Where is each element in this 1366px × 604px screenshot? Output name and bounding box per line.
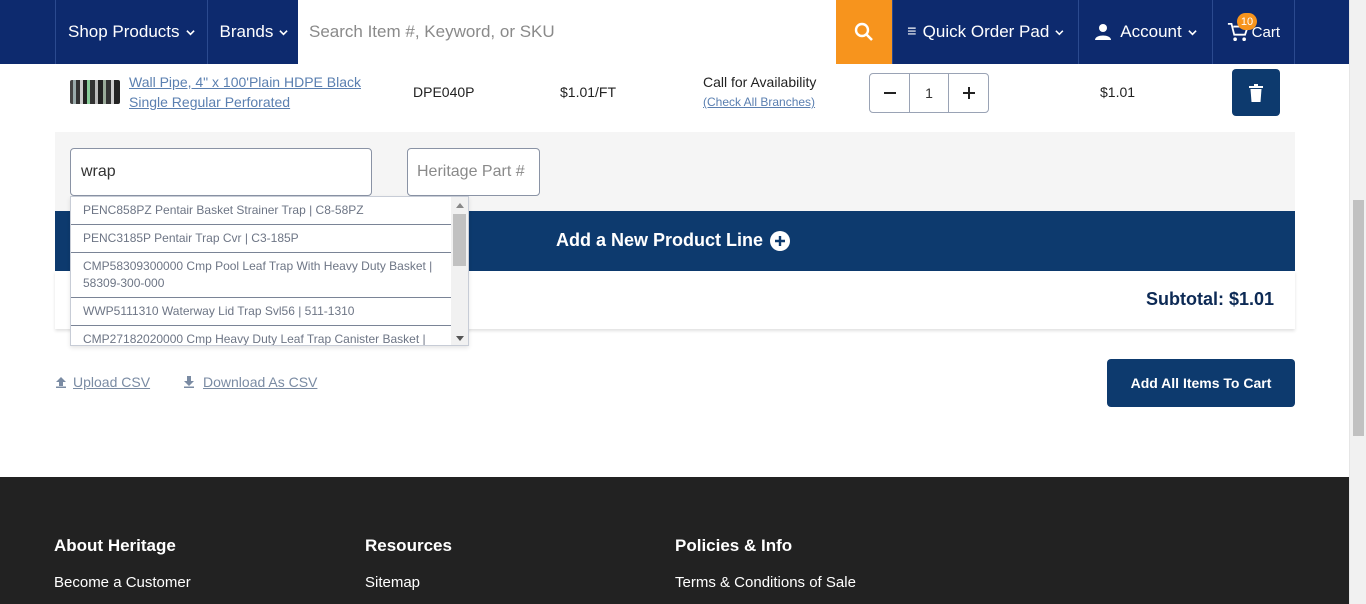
shop-products-menu[interactable]: Shop Products [55, 0, 207, 64]
main-nav: Shop Products Brands [55, 0, 300, 64]
brands-label: Brands [219, 22, 274, 41]
chevron-down-icon [1055, 29, 1064, 35]
product-thumbnail[interactable] [70, 80, 120, 104]
plus-circle-icon [770, 231, 790, 251]
availability-text: Call for Availability [703, 74, 817, 90]
row-total: $1.01 [1100, 84, 1136, 100]
shop-products-label: Shop Products [68, 22, 180, 41]
dropdown-scroll-thumb[interactable] [453, 214, 466, 266]
quick-order-pad-label: Quick Order Pad [922, 22, 1050, 41]
autocomplete-dropdown: PENC858PZ Pentair Basket Strainer Trap |… [70, 196, 469, 346]
site-footer: About Heritage Become a Customer Resourc… [0, 477, 1349, 604]
footer-heading-about: About Heritage [54, 536, 176, 555]
increment-button[interactable] [949, 74, 988, 112]
upload-csv-label: Upload CSV [73, 374, 151, 390]
add-all-to-cart-button[interactable]: Add All Items To Cart [1107, 359, 1295, 407]
cart-label: Cart [1251, 23, 1280, 41]
dropdown-option[interactable]: WWP5111310 Waterway Lid Trap Svl56 | 511… [71, 298, 453, 326]
download-csv-link[interactable]: Download As CSV [183, 374, 317, 390]
account-menu[interactable]: Account [1078, 0, 1212, 64]
download-icon [184, 376, 194, 388]
scroll-up-arrow-icon[interactable] [456, 203, 464, 208]
dropdown-option[interactable]: PENC858PZ Pentair Basket Strainer Trap |… [71, 197, 453, 225]
list-icon [907, 27, 916, 35]
footer-link-sitemap[interactable]: Sitemap [365, 574, 420, 591]
right-nav: Quick Order Pad Account Cart 10 [892, 0, 1295, 64]
site-search-input[interactable] [298, 0, 836, 64]
heritage-part-field[interactable] [407, 148, 540, 196]
page-scroll-thumb[interactable] [1353, 200, 1364, 436]
decrement-button[interactable] [870, 74, 909, 112]
subtotal: Subtotal: $1.01 [1145, 289, 1274, 309]
quantity-value[interactable]: 1 [909, 74, 949, 112]
delete-row-button[interactable] [1232, 69, 1280, 116]
dropdown-option[interactable]: CMP58309300000 Cmp Pool Leaf Trap With H… [71, 253, 453, 298]
cart-link[interactable]: Cart 10 [1212, 0, 1295, 64]
chevron-down-icon [1188, 29, 1197, 35]
download-csv-label: Download As CSV [203, 374, 318, 390]
product-price: $1.01/FT [560, 84, 617, 100]
upload-csv-link[interactable]: Upload CSV [55, 374, 150, 390]
add-product-line-label: Add a New Product Line [556, 230, 764, 250]
product-row: Wall Pipe, 4" x 100'Plain HDPE Black Sin… [55, 64, 1295, 132]
upload-icon [56, 377, 66, 388]
quantity-stepper: 1 [869, 73, 989, 113]
minus-icon [883, 92, 896, 94]
dropdown-scrollbar[interactable] [451, 197, 468, 345]
trash-icon [1249, 83, 1263, 102]
footer-heading-resources: Resources [365, 536, 452, 555]
brands-menu[interactable]: Brands [206, 0, 301, 64]
check-all-branches-link[interactable]: (Check All Branches) [703, 95, 815, 109]
footer-link-become-customer[interactable]: Become a Customer [54, 574, 191, 591]
chevron-down-icon [185, 29, 195, 35]
product-name-link[interactable]: Wall Pipe, 4" x 100'Plain HDPE Black Sin… [129, 72, 369, 112]
scroll-down-arrow-icon[interactable] [456, 336, 464, 341]
cart-count-badge: 10 [1237, 13, 1257, 30]
quick-order-pad-menu[interactable]: Quick Order Pad [892, 0, 1078, 64]
footer-heading-policies: Policies & Info [675, 536, 793, 555]
product-search-field[interactable] [70, 148, 372, 196]
site-header: Shop Products Brands Quick Order Pad Acc… [0, 0, 1349, 64]
footer-link-terms[interactable]: Terms & Conditions of Sale [675, 574, 856, 591]
page: Shop Products Brands Quick Order Pad Acc… [0, 0, 1366, 604]
chevron-down-icon [279, 29, 289, 35]
user-icon [1095, 24, 1112, 40]
search-icon [854, 22, 873, 41]
dropdown-option[interactable]: PENC3185P Pentair Trap Cvr | C3-185P [71, 225, 453, 253]
account-label: Account [1120, 22, 1182, 41]
plus-icon [962, 87, 975, 99]
page-scrollbar[interactable] [1349, 0, 1366, 604]
search-button[interactable] [836, 0, 892, 64]
dropdown-option[interactable]: CMP27182020000 Cmp Heavy Duty Leaf Trap … [71, 326, 453, 345]
product-sku: DPE040P [413, 84, 475, 100]
